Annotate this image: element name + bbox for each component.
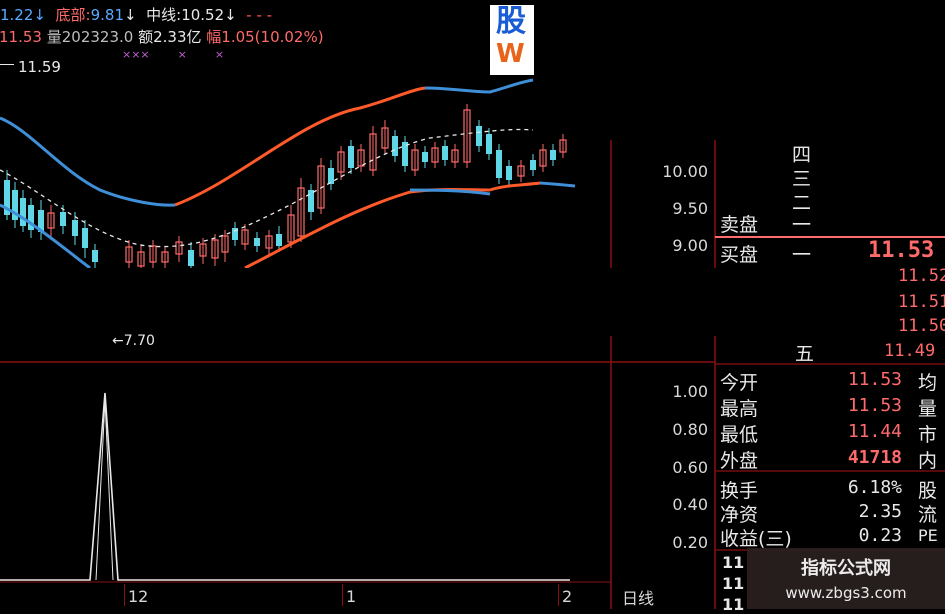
stat-label-turnover: 换手: [720, 480, 759, 502]
stat-label-outer: 外盘: [720, 450, 759, 472]
sell-level-1: 一: [792, 214, 812, 236]
stat-right-avg: 均: [918, 372, 938, 394]
candle-body: [486, 134, 492, 154]
date-tick-mark: [124, 584, 125, 606]
lower-band-line: [244, 181, 541, 270]
indicator-spike-inner: [95, 399, 114, 581]
middle-dashed-line: [0, 128, 534, 248]
buy2-price: 11.52: [898, 266, 945, 286]
stat-value-low: 11.44: [847, 421, 902, 442]
candle-body: [476, 126, 482, 146]
candle-body: [328, 168, 334, 184]
buy1-price: 11.53: [868, 238, 935, 263]
watermark: 指标公式网 www.zbgs3.com: [747, 548, 945, 609]
stat-value-outer: 41718: [847, 447, 902, 468]
sell-level-4: 四: [792, 144, 812, 166]
watermark-title: 指标公式网: [801, 558, 891, 579]
stat-value-eps: 0.23: [858, 525, 902, 546]
watermark-url: www.zbgs3.com: [785, 584, 907, 602]
period-tab[interactable]: 日线: [622, 585, 654, 609]
low-marker: ←7.70: [112, 333, 155, 349]
candle-body: [20, 198, 26, 226]
candle-body: [530, 160, 536, 170]
orderbook-redaction: [715, 268, 895, 336]
high-marker-tick: [0, 64, 14, 65]
candle-body: [422, 152, 428, 162]
stat-label-eps: 收益(三): [720, 528, 792, 550]
stat-value-turnover: 6.18%: [847, 477, 902, 498]
price-tick: 9.50: [672, 199, 708, 218]
indicator-spike: [0, 392, 570, 581]
candle-body: [392, 136, 398, 156]
stat-label-open: 今开: [720, 372, 759, 394]
stat-label-low: 最低: [720, 424, 759, 446]
candle-body: [188, 250, 194, 266]
candle-body: [308, 190, 314, 212]
candle-body: [254, 238, 260, 246]
stat-label-high: 最高: [720, 398, 759, 420]
indicator-tick: 0.20: [672, 533, 708, 552]
buy-label: 买盘: [720, 244, 759, 266]
price-tick: 10.00: [662, 162, 708, 181]
trade-row: 11: [722, 574, 745, 593]
stat-value-open: 11.53: [847, 369, 902, 390]
stat-right-vol: 量: [918, 398, 938, 420]
candle-body: [506, 166, 512, 180]
stat-right-shares: 股: [918, 480, 938, 502]
indicator-tick: 1.00: [672, 382, 708, 401]
buy5-price: 11.49: [884, 341, 936, 361]
stat-value-netasset: 2.35: [858, 501, 902, 522]
buy4-price: 11.50: [898, 316, 945, 336]
date-tick: 12: [128, 587, 149, 606]
sell-level-3: 三: [792, 168, 812, 190]
buy-level-5: 五: [795, 343, 815, 365]
upper-band-line-blue: [0, 78, 534, 207]
high-marker: 11.59: [18, 58, 61, 76]
trade-row: 11: [722, 595, 745, 614]
candle-body: [348, 146, 354, 168]
stat-label-netasset: 净资: [720, 504, 759, 526]
candle-body: [92, 250, 98, 262]
price-tick: 9.00: [672, 236, 708, 255]
stat-right-inner: 内: [918, 450, 938, 472]
trade-row: 11: [722, 553, 745, 572]
buy3-price: 11.51: [898, 292, 945, 312]
date-tick-mark: [558, 584, 559, 606]
date-tick: 2: [562, 587, 573, 606]
candle-body: [276, 234, 282, 246]
stat-value-high: 11.53: [847, 395, 902, 416]
candle-body: [550, 150, 556, 160]
candle-body: [72, 220, 78, 236]
stat-right-mkt: 市: [918, 424, 938, 446]
candle-body: [442, 146, 448, 160]
indicator-tick: 0.80: [672, 420, 708, 439]
sell-label: 卖盘: [720, 214, 759, 236]
candle-body: [496, 150, 502, 178]
candle-body: [82, 228, 88, 248]
buy-level-1: 一: [792, 244, 812, 266]
date-tick-mark: [342, 584, 343, 606]
stat-right-float: 流: [918, 504, 938, 526]
date-tick: 1: [346, 587, 357, 606]
candle-body: [60, 212, 66, 226]
candlesticks: [4, 104, 567, 268]
indicator-tick: 0.60: [672, 458, 708, 477]
stat-right-pe: PE: [918, 526, 938, 545]
indicator-tick: 0.40: [672, 495, 708, 514]
